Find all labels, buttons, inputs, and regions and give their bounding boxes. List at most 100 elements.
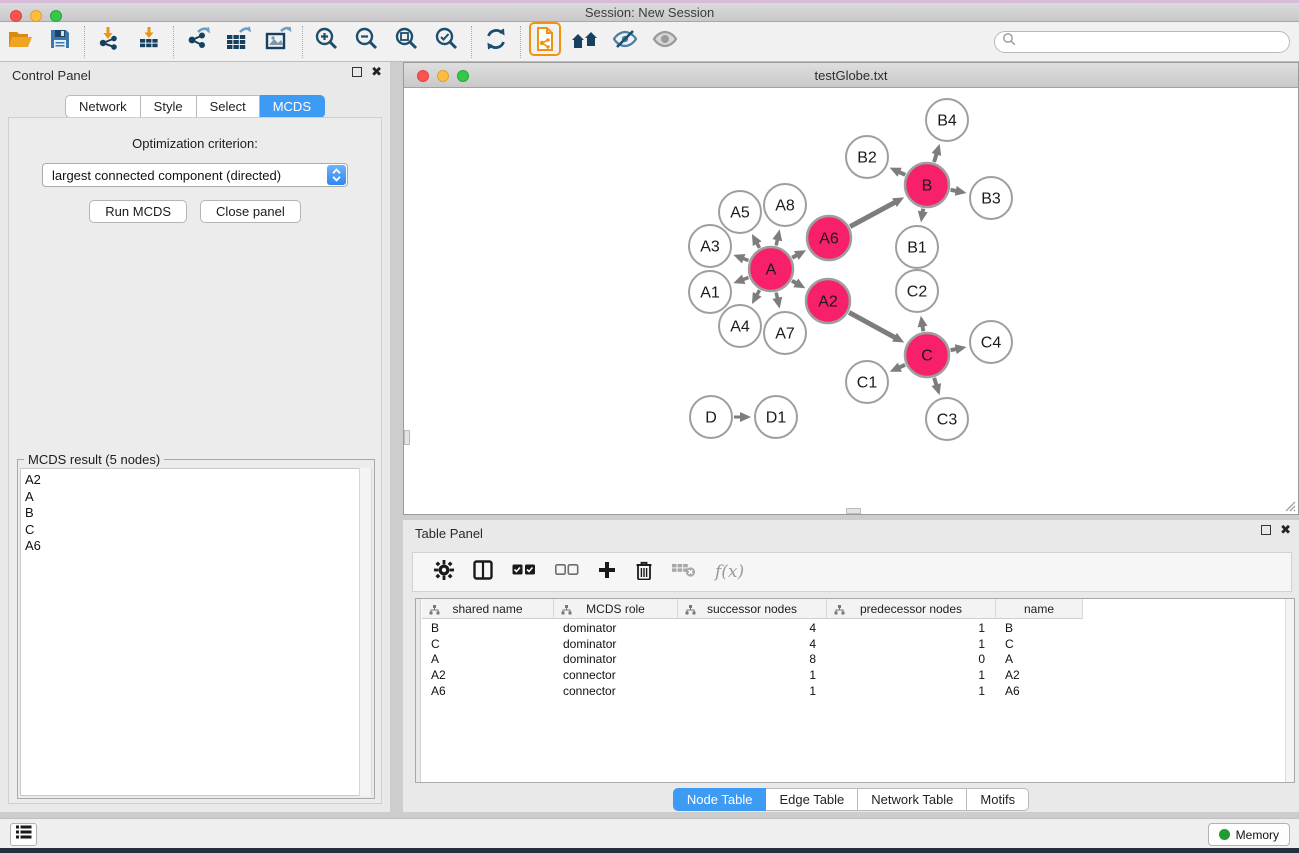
zoom-selected-button[interactable] — [427, 24, 467, 60]
zoom-window-button[interactable] — [50, 10, 62, 22]
zoom-out-button[interactable] — [347, 24, 387, 60]
mcds-result-list[interactable]: A2ABCA6 — [20, 468, 372, 796]
task-history-button[interactable] — [10, 823, 37, 846]
show-details-button[interactable] — [645, 24, 685, 60]
tab-node-table[interactable]: Node Table — [673, 788, 767, 811]
home-button[interactable] — [565, 24, 605, 60]
column-header-successor-nodes[interactable]: successor nodes — [678, 599, 827, 619]
delete-column-button[interactable] — [635, 560, 653, 585]
column-header-predecessor-nodes[interactable]: predecessor nodes — [827, 599, 996, 619]
float-table-panel-icon[interactable] — [1261, 525, 1271, 535]
close-panel-button[interactable]: Close panel — [200, 200, 301, 223]
close-table-panel-icon[interactable]: ✖ — [1280, 525, 1291, 535]
network-window-titlebar[interactable]: testGlobe.txt — [403, 62, 1299, 88]
save-session-button[interactable] — [40, 24, 80, 60]
table-scrollbar[interactable] — [1285, 599, 1294, 782]
column-header-shared-name[interactable]: shared name — [422, 599, 554, 619]
tab-select[interactable]: Select — [197, 95, 260, 118]
close-panel-icon[interactable]: ✖ — [371, 67, 382, 77]
table-cell[interactable]: 1 — [827, 684, 996, 700]
export-network-button[interactable] — [178, 24, 218, 60]
table-cell[interactable]: C — [422, 637, 554, 653]
table-cell[interactable]: 1 — [678, 668, 827, 684]
table-row[interactable]: Adominator80A — [422, 652, 1294, 668]
mcds-result-item[interactable]: A2 — [25, 472, 371, 489]
hide-details-button[interactable] — [605, 24, 645, 60]
table-cell[interactable]: dominator — [554, 652, 678, 668]
table-cell[interactable]: A2 — [422, 668, 554, 684]
memory-button[interactable]: Memory — [1208, 823, 1290, 846]
canvas-bottom-handle[interactable] — [846, 508, 861, 514]
deselect-all-button[interactable] — [555, 563, 579, 581]
tab-network-table[interactable]: Network Table — [858, 788, 967, 811]
refresh-button[interactable] — [476, 24, 516, 60]
mcds-result-item[interactable]: C — [25, 522, 371, 539]
edge-A6-B[interactable] — [850, 202, 896, 227]
zoom-in-button[interactable] — [307, 24, 347, 60]
mcds-result-item[interactable]: A — [25, 489, 371, 506]
add-column-button[interactable] — [598, 561, 616, 584]
canvas-left-handle[interactable] — [404, 430, 410, 445]
table-cell[interactable]: B — [422, 621, 554, 637]
tab-motifs[interactable]: Motifs — [967, 788, 1029, 811]
edge-A2-C[interactable] — [849, 312, 896, 338]
resize-grip-icon[interactable] — [1282, 498, 1296, 512]
table-cell[interactable]: A — [422, 652, 554, 668]
table-cell[interactable]: 4 — [678, 637, 827, 653]
open-file-button[interactable] — [0, 24, 40, 60]
table-cell[interactable]: A2 — [996, 668, 1083, 684]
table-cell[interactable]: dominator — [554, 637, 678, 653]
table-cell[interactable]: 4 — [678, 621, 827, 637]
tab-style[interactable]: Style — [141, 95, 197, 118]
table-cell[interactable]: B — [996, 621, 1083, 637]
table-cell[interactable]: dominator — [554, 621, 678, 637]
network-graph[interactable]: AA1A2A3A4A5A6A7A8BB1B2B3B4CC1C2C3C4DD1 — [404, 88, 1298, 513]
table-cell[interactable]: A6 — [422, 684, 554, 700]
import-network-button[interactable] — [89, 24, 129, 60]
export-table-button[interactable] — [218, 24, 258, 60]
column-header-name[interactable]: name — [996, 599, 1083, 619]
tab-network[interactable]: Network — [65, 95, 141, 118]
table-row[interactable]: Bdominator41B — [422, 621, 1294, 637]
table-cell[interactable]: 1 — [827, 668, 996, 684]
network-zoom-button[interactable] — [457, 70, 469, 82]
run-mcds-button[interactable]: Run MCDS — [89, 200, 187, 223]
table-settings-button[interactable] — [434, 560, 454, 585]
mcds-result-item[interactable]: A6 — [25, 538, 371, 555]
table-cell[interactable]: 1 — [827, 621, 996, 637]
table-row[interactable]: A2connector11A2 — [422, 668, 1294, 684]
column-header-mcds-role[interactable]: MCDS role — [554, 599, 678, 619]
table-cell[interactable]: 1 — [678, 684, 827, 700]
network-close-button[interactable] — [417, 70, 429, 82]
optimization-criterion-select[interactable]: largest connected component (directed) — [42, 163, 348, 187]
function-builder-button[interactable]: f(x) — [715, 562, 744, 582]
table-row[interactable]: Cdominator41C — [422, 637, 1294, 653]
search-box[interactable] — [994, 31, 1290, 53]
select-all-button[interactable] — [512, 563, 536, 581]
table-cell[interactable]: 8 — [678, 652, 827, 668]
table-cell[interactable]: 0 — [827, 652, 996, 668]
import-table-button[interactable] — [129, 24, 169, 60]
table-cell[interactable]: A — [996, 652, 1083, 668]
table-cell[interactable]: connector — [554, 684, 678, 700]
tab-edge-table[interactable]: Edge Table — [766, 788, 858, 811]
network-from-selection-button[interactable] — [525, 24, 565, 60]
table-cell[interactable]: connector — [554, 668, 678, 684]
zoom-fit-button[interactable] — [387, 24, 427, 60]
table-cell[interactable]: A6 — [996, 684, 1083, 700]
delete-table-button[interactable] — [672, 562, 696, 583]
table-cell[interactable]: 1 — [827, 637, 996, 653]
table-cell[interactable]: C — [996, 637, 1083, 653]
search-input[interactable] — [1017, 35, 1272, 49]
mcds-result-item[interactable]: B — [25, 505, 371, 522]
result-list-scrollbar[interactable] — [359, 468, 372, 796]
network-minimize-button[interactable] — [437, 70, 449, 82]
close-window-button[interactable] — [10, 10, 22, 22]
tab-mcds[interactable]: MCDS — [260, 95, 325, 118]
export-image-button[interactable] — [258, 24, 298, 60]
table-row[interactable]: A6connector11A6 — [422, 684, 1294, 700]
minimize-window-button[interactable] — [30, 10, 42, 22]
network-canvas[interactable]: AA1A2A3A4A5A6A7A8BB1B2B3B4CC1C2C3C4DD1 — [403, 88, 1299, 515]
column-selector-button[interactable] — [473, 560, 493, 585]
node-table[interactable]: shared nameMCDS rolesuccessor nodesprede… — [415, 598, 1295, 783]
